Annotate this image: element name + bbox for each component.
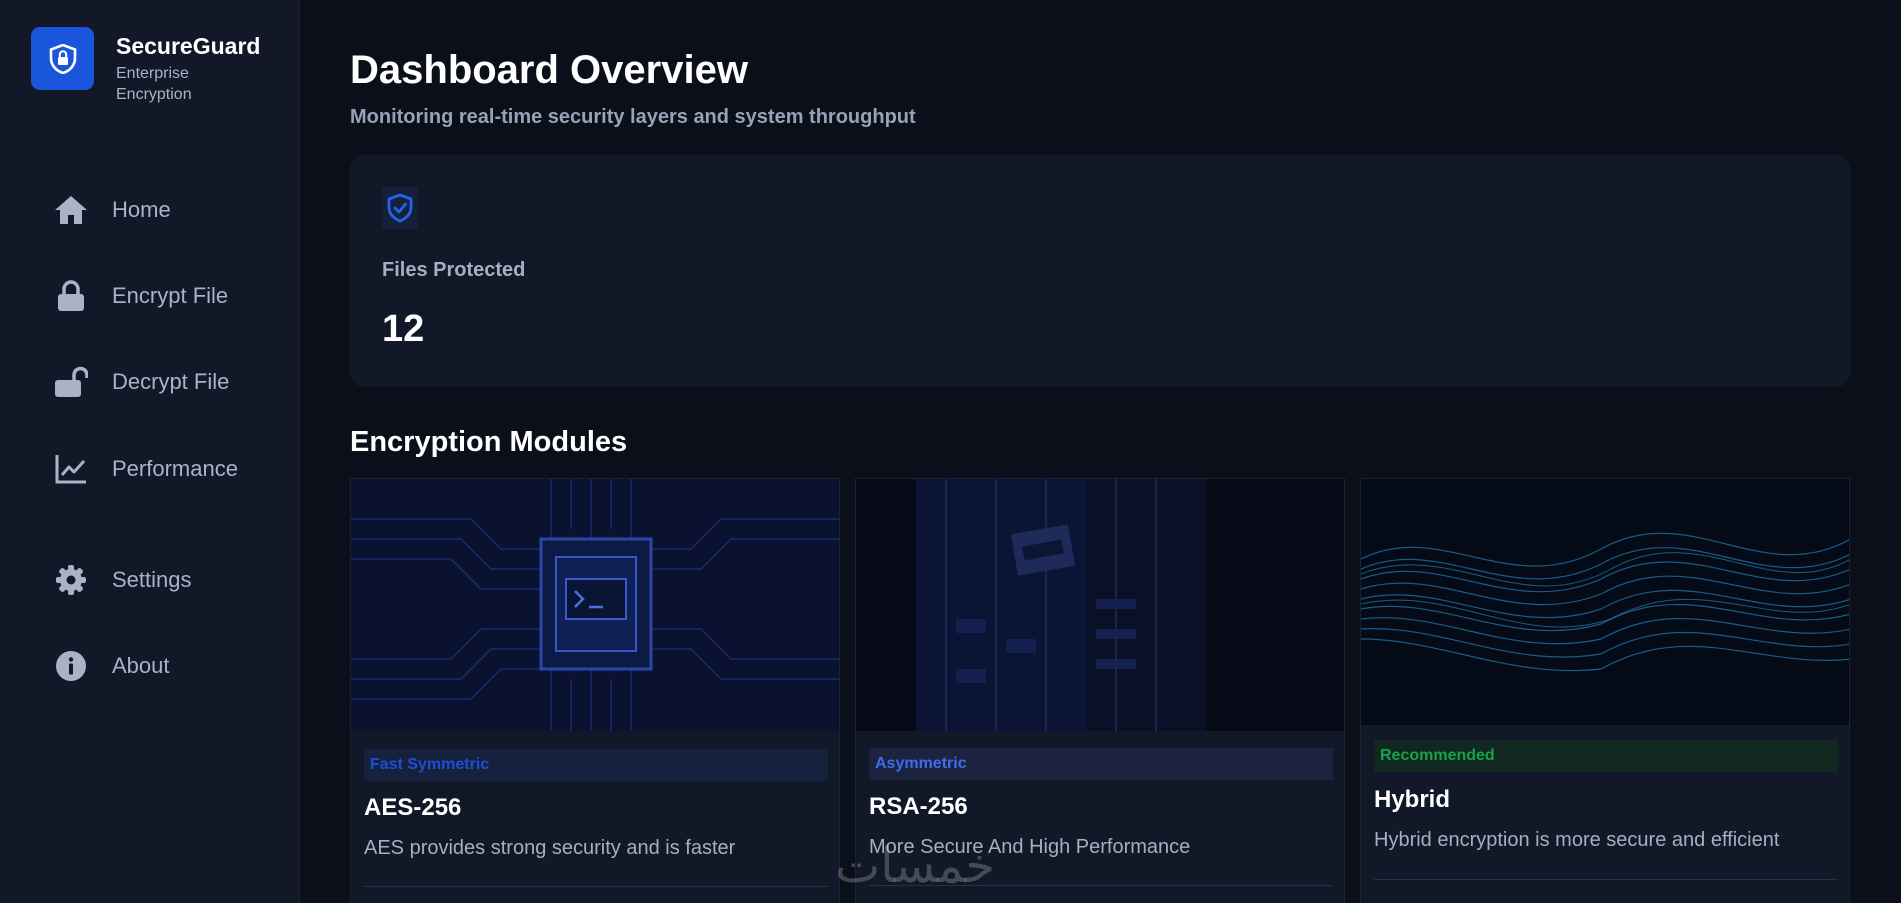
- lock-icon: [54, 279, 88, 313]
- module-card-rsa[interactable]: Asymmetric RSA-256 More Secure And High …: [855, 478, 1345, 903]
- shield-check-icon: [382, 187, 418, 229]
- module-tag: Recommended: [1374, 740, 1838, 772]
- chart-line-icon: [54, 452, 88, 486]
- sidebar-item-performance[interactable]: Performance: [54, 449, 284, 489]
- divider: [364, 886, 828, 887]
- shield-lock-icon: [31, 27, 94, 90]
- server-rack-image: [856, 479, 1344, 731]
- sidebar-item-label: Settings: [112, 567, 192, 592]
- module-name: Hybrid: [1374, 786, 1451, 813]
- module-description: AES provides strong security and is fast…: [364, 837, 736, 859]
- module-tag: Fast Symmetric: [364, 749, 828, 781]
- module-card-hybrid[interactable]: Recommended Hybrid Hybrid encryption is …: [1360, 478, 1850, 903]
- home-icon: [54, 193, 88, 227]
- stat-label: Files Protected: [382, 259, 526, 281]
- sidebar-item-home[interactable]: Home: [54, 190, 284, 230]
- sidebar-item-label: Encrypt File: [112, 283, 229, 308]
- sidebar: SecureGuard Enterprise Encryption Home E…: [0, 0, 300, 903]
- sidebar-item-about[interactable]: About: [54, 646, 284, 686]
- circuit-chip-image: [351, 479, 839, 731]
- brand-name: SecureGuard: [116, 33, 261, 59]
- page-title: Dashboard Overview: [350, 48, 748, 92]
- module-description: More Secure And High Performance: [869, 836, 1191, 858]
- module-card-aes[interactable]: Fast Symmetric AES-256 AES provides stro…: [350, 478, 840, 903]
- brand: SecureGuard Enterprise Encryption: [31, 27, 260, 105]
- sidebar-item-settings[interactable]: Settings: [54, 560, 284, 600]
- module-name: RSA-256: [869, 793, 968, 820]
- sidebar-item-label: Decrypt File: [112, 369, 230, 394]
- module-tag: Asymmetric: [869, 748, 1333, 780]
- module-description: Hybrid encryption is more secure and eff…: [1374, 829, 1780, 851]
- sidebar-item-label: About: [112, 653, 170, 678]
- section-title: Encryption Modules: [350, 426, 628, 458]
- info-icon: [54, 649, 88, 683]
- page-subtitle: Monitoring real-time security layers and…: [350, 106, 916, 128]
- gear-icon: [54, 563, 88, 597]
- sidebar-item-label: Performance: [112, 456, 238, 481]
- sidebar-item-encrypt-file[interactable]: Encrypt File: [54, 276, 284, 316]
- data-wave-image: [1361, 479, 1849, 725]
- sidebar-item-label: Home: [112, 197, 171, 222]
- unlock-icon: [54, 365, 88, 399]
- module-name: AES-256: [364, 794, 462, 821]
- divider: [869, 885, 1333, 886]
- divider: [1374, 879, 1838, 880]
- sidebar-item-decrypt-file[interactable]: Decrypt File: [54, 362, 284, 402]
- files-protected-card: Files Protected 12: [350, 155, 1850, 387]
- brand-subtitle: Enterprise Encryption: [116, 65, 192, 103]
- stat-value: 12: [382, 308, 425, 350]
